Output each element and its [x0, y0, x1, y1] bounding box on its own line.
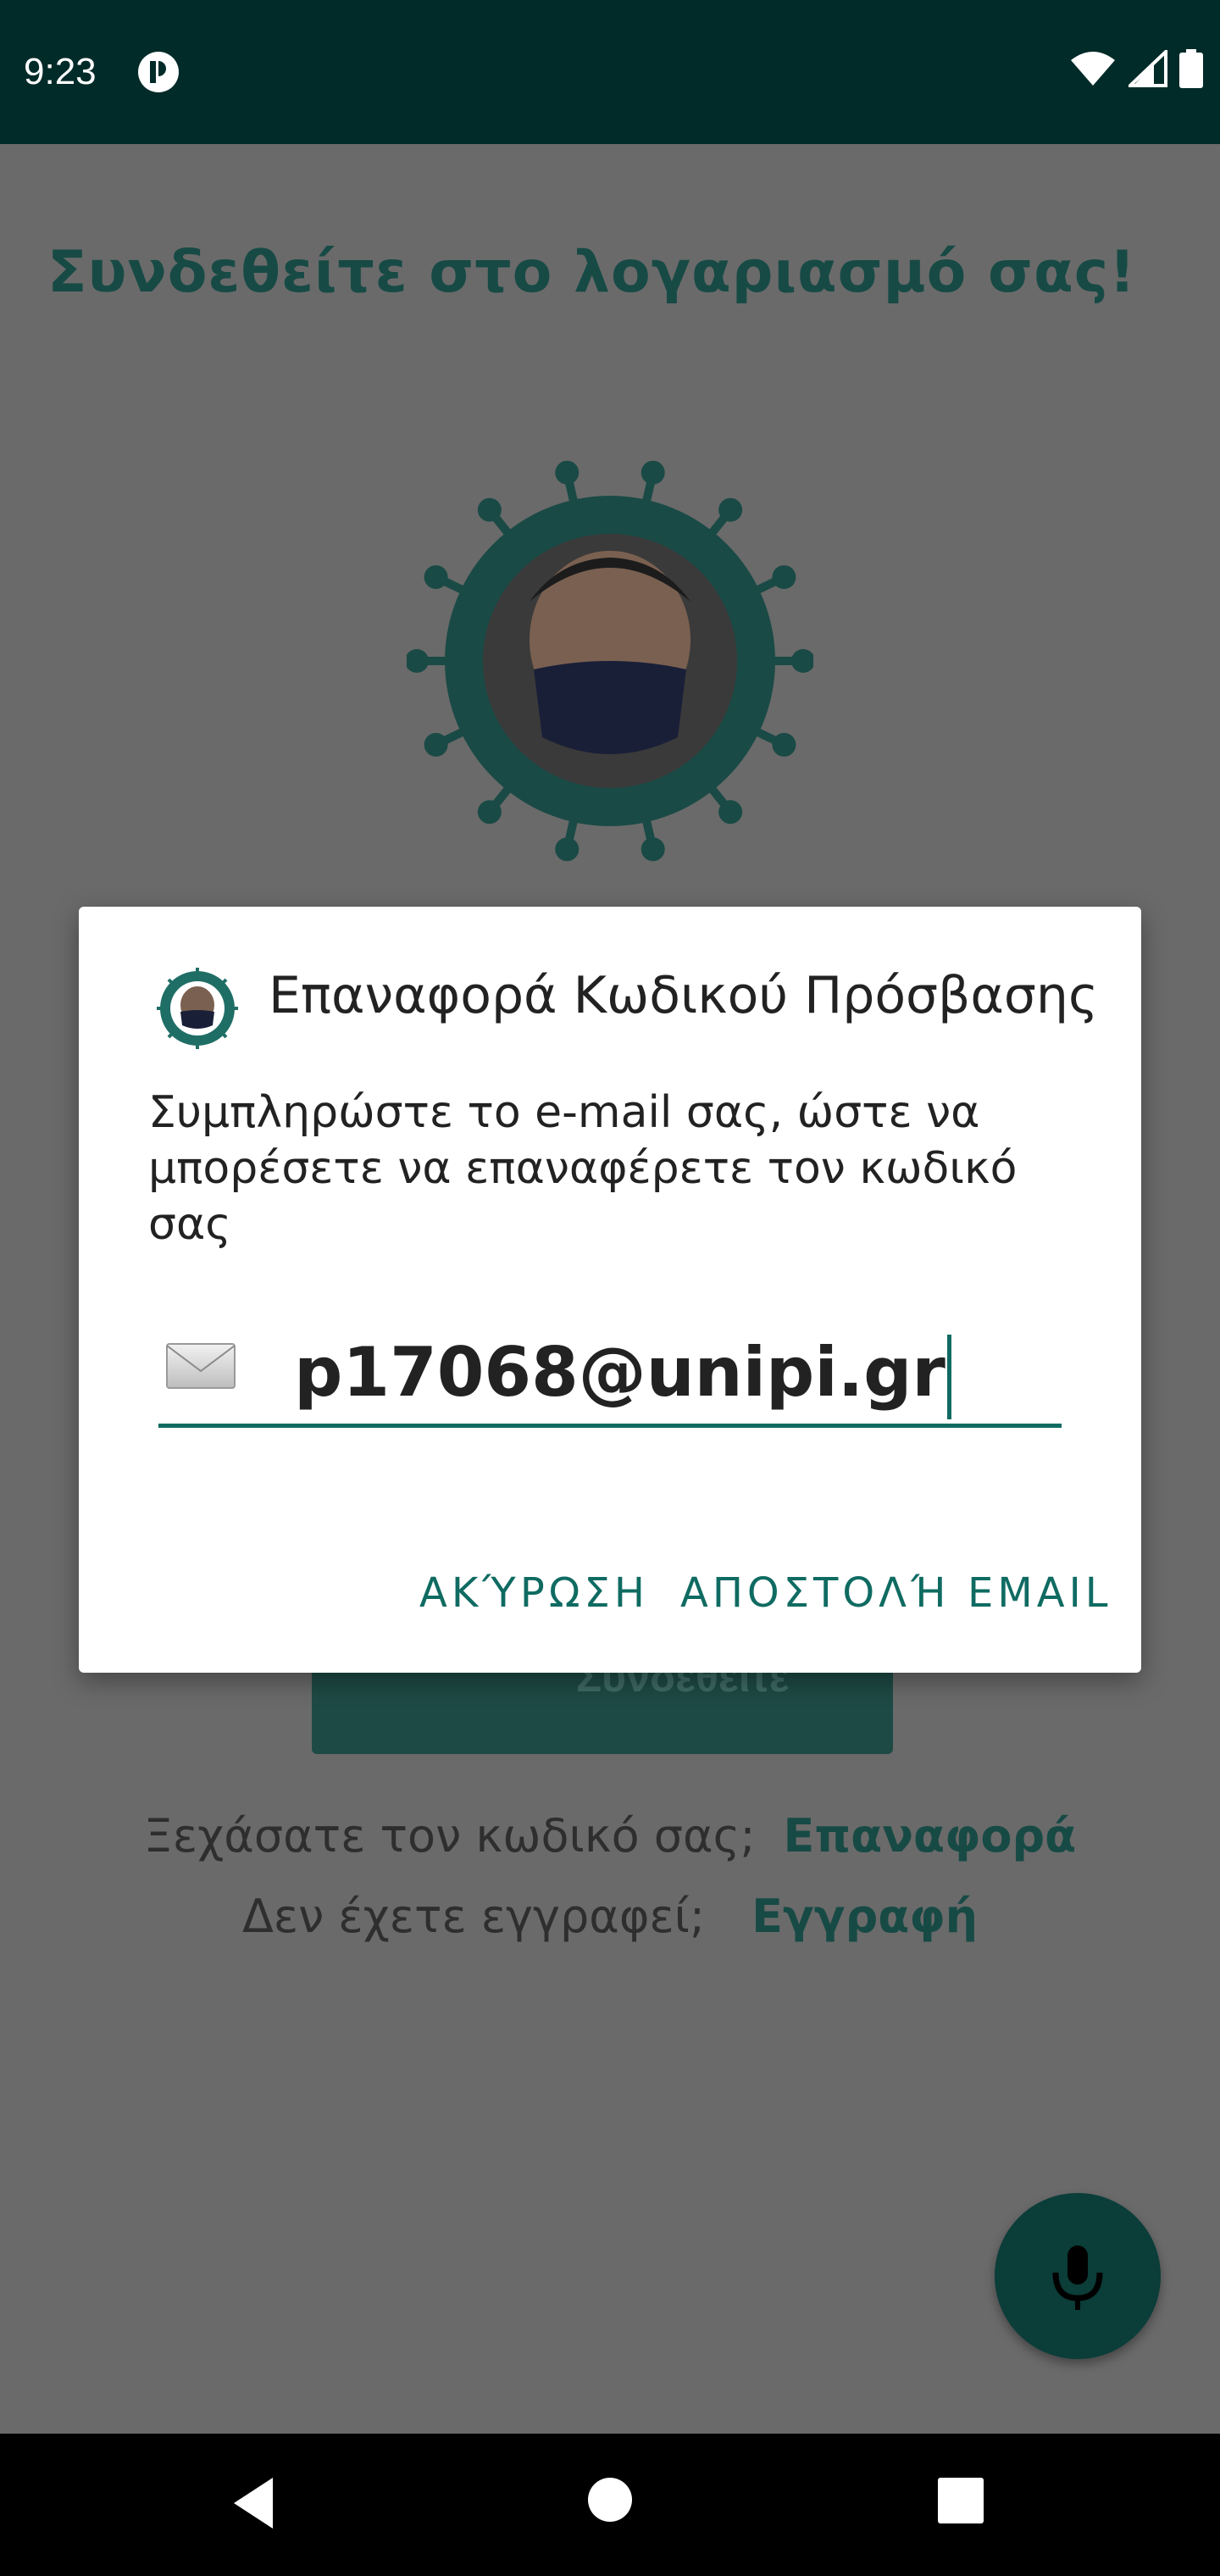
text-caret [946, 1335, 951, 1420]
dialog-title: Επαναφορά Κωδικού Πρόσβασης [269, 966, 1099, 1025]
reset-password-link[interactable]: Επαναφορά [784, 1809, 1077, 1863]
dialog-logo-icon [157, 968, 238, 1049]
email-field[interactable]: p17068@unipi.gr [158, 1322, 1062, 1428]
signup-text: Δεν έχετε εγγραφεί; [241, 1890, 706, 1943]
signup-link[interactable]: Εγγραφή [751, 1890, 978, 1943]
back-icon[interactable] [229, 2474, 280, 2532]
status-time: 9:23 [24, 51, 97, 92]
send-email-button[interactable]: ΑΠΟΣΤΟΛΉ EMAIL [680, 1569, 1112, 1617]
email-input[interactable]: p17068@unipi.gr [158, 1322, 1062, 1424]
status-icons [1069, 49, 1203, 88]
signup-row: Δεν έχετε εγγραφεί; Εγγραφή [0, 1890, 1220, 1943]
battery-icon [1179, 49, 1203, 88]
dialog-message: Συμπληρώστε το e-mail σας, ώστε να μπορέ… [148, 1087, 1018, 1250]
status-bar: 9:23 [0, 0, 1220, 144]
cancel-button[interactable]: ΑΚΎΡΩΣΗ [419, 1569, 649, 1617]
wifi-icon [1071, 52, 1115, 86]
forgot-password-row: Ξεχάσατε τον κωδικό σας; Επαναφορά [0, 1809, 1220, 1863]
forgot-password-text: Ξεχάσατε τον κωδικό σας; [143, 1809, 756, 1863]
cell-signal-icon [1128, 50, 1167, 87]
reset-password-dialog: Επαναφορά Κωδικού Πρόσβασης Συμπληρώστε … [79, 907, 1141, 1673]
email-value-text: p17068@unipi.gr [294, 1333, 946, 1412]
voice-fab-button[interactable] [995, 2193, 1161, 2359]
page-title: Συνδεθείτε στο λογαριασμό σας! [47, 239, 1137, 306]
recents-icon[interactable] [938, 2478, 984, 2523]
microphone-icon [1052, 2246, 1103, 2310]
navigation-bar [0, 2434, 1220, 2576]
mask-virus-logo [405, 458, 815, 864]
home-icon[interactable] [586, 2476, 634, 2523]
app-notification-icon [138, 52, 179, 92]
